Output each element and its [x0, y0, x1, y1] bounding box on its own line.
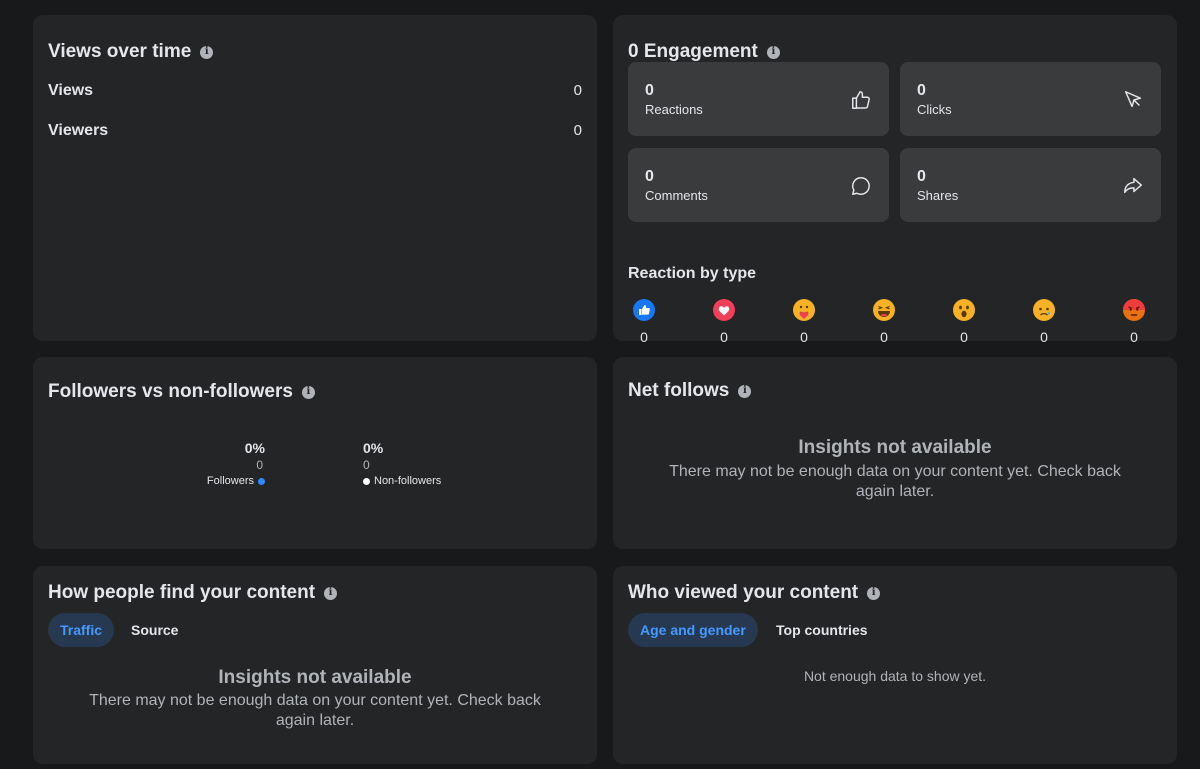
card-title-text: How people find your content	[48, 582, 316, 603]
comments-tile[interactable]: 0 Comments	[628, 148, 889, 222]
cursor-icon	[1124, 91, 1142, 108]
angry-count: 0	[1130, 329, 1138, 345]
sad-reaction-icon	[1033, 299, 1055, 321]
thumbs-up-icon	[852, 91, 870, 109]
how-find-title: How people find your content i	[48, 582, 338, 604]
haha-count: 0	[880, 329, 888, 345]
shares-count: 0	[917, 168, 926, 185]
info-icon[interactable]: i	[738, 384, 752, 398]
engagement-card: 0 Engagement i 0 Reactions 0 Clicks 0 Co…	[613, 15, 1177, 345]
love-count: 0	[720, 329, 728, 345]
insights-unavailable-text: There may not be enough data on your con…	[89, 692, 541, 729]
views-value: 0	[573, 82, 582, 99]
reactions-tile[interactable]: 0 Reactions	[628, 62, 889, 136]
like-reaction: 0	[632, 298, 656, 345]
followers-legend-dot	[258, 477, 265, 485]
clicks-count: 0	[917, 82, 926, 99]
share-icon	[1124, 177, 1142, 194]
followers-percent: 0%	[244, 440, 265, 456]
non-followers-percent: 0%	[363, 440, 384, 456]
info-icon[interactable]: i	[766, 45, 780, 59]
net-follows-title: Net follows i	[628, 380, 752, 402]
tab-top-countries[interactable]: Top countries	[764, 613, 880, 647]
viewers-row: Viewers 0	[48, 122, 582, 140]
info-icon[interactable]: i	[301, 385, 315, 399]
reaction-by-type-heading: Reaction by type	[628, 265, 757, 282]
tab-traffic[interactable]: Traffic	[48, 613, 115, 647]
no-data-note: Not enough data to show yet.	[803, 668, 987, 684]
who-viewed-title: Who viewed your content i	[628, 582, 881, 604]
non-followers-stat: 0% 0 Non-followers	[363, 440, 473, 487]
insights-unavailable-text: There may not be enough data on your con…	[669, 463, 1121, 500]
card-title-text: Net follows	[628, 380, 730, 401]
care-reaction-icon	[793, 299, 815, 321]
like-count: 0	[640, 329, 648, 345]
non-followers-count: 0	[363, 458, 370, 472]
love-reaction-icon	[713, 299, 735, 321]
followers-stat: 0% 0 Followers	[193, 440, 265, 487]
followers-legend-label: Followers	[206, 475, 254, 487]
reactions-count: 0	[645, 82, 654, 99]
who-viewed-card: Who viewed your content i Age and gender…	[613, 566, 1177, 764]
followers-card: Followers vs non-followers i 0% 0 Follow…	[33, 357, 597, 549]
comment-icon	[852, 177, 870, 195]
followers-count: 0	[256, 458, 263, 472]
non-followers-legend-label: Non-followers	[374, 475, 442, 487]
views-row: Views 0	[48, 82, 582, 100]
wow-reaction-icon	[953, 299, 975, 321]
clicks-label: Clicks	[917, 102, 952, 117]
care-count: 0	[800, 329, 808, 345]
viewers-label: Viewers	[48, 122, 109, 139]
how-find-card: How people find your content i Traffic S…	[33, 566, 597, 764]
views-label: Views	[48, 82, 94, 99]
insights-unavailable-title: Insights not available	[798, 437, 992, 458]
care-reaction: 0	[792, 298, 816, 345]
info-icon[interactable]: i	[200, 45, 214, 59]
info-icon[interactable]: i	[867, 586, 881, 600]
comments-label: Comments	[645, 188, 708, 203]
card-title-text: Views over time	[48, 41, 192, 62]
love-reaction: 0	[712, 298, 736, 345]
non-followers-legend-dot	[363, 477, 370, 485]
followers-title: Followers vs non-followers i	[48, 381, 315, 403]
engagement-title: 0 Engagement i	[628, 41, 780, 63]
followers-legend: Followers	[193, 475, 265, 487]
sad-reaction: 0	[1032, 298, 1056, 345]
insights-unavailable-title: Insights not available	[218, 667, 412, 688]
shares-tile[interactable]: 0 Shares	[900, 148, 1161, 222]
views-over-time-title: Views over time i	[48, 41, 214, 63]
net-follows-card: Net follows i Insights not available The…	[613, 357, 1177, 549]
haha-reaction: 0	[872, 298, 896, 345]
wow-count: 0	[960, 329, 968, 345]
angry-reaction-icon	[1123, 299, 1145, 321]
card-title-text: 0 Engagement	[628, 41, 758, 62]
card-title-text: Followers vs non-followers	[48, 381, 293, 402]
reactions-label: Reactions	[645, 102, 703, 117]
viewers-value: 0	[573, 122, 582, 139]
clicks-tile[interactable]: 0 Clicks	[900, 62, 1161, 136]
shares-label: Shares	[917, 188, 959, 203]
views-over-time-card: Views over time i Views 0 Viewers 0	[33, 15, 597, 341]
angry-reaction: 0	[1122, 298, 1146, 345]
tab-source[interactable]: Source	[119, 613, 190, 647]
like-reaction-icon	[633, 299, 655, 321]
wow-reaction: 0	[952, 298, 976, 345]
sad-count: 0	[1040, 329, 1048, 345]
info-icon[interactable]: i	[324, 586, 338, 600]
comments-count: 0	[645, 168, 654, 185]
haha-reaction-icon	[873, 299, 895, 321]
reaction-type-list: 0 0 0 0 0 0 0	[628, 298, 1162, 348]
card-title-text: Who viewed your content	[628, 582, 859, 603]
tab-age-and-gender[interactable]: Age and gender	[628, 613, 758, 647]
non-followers-legend: Non-followers	[363, 475, 473, 487]
